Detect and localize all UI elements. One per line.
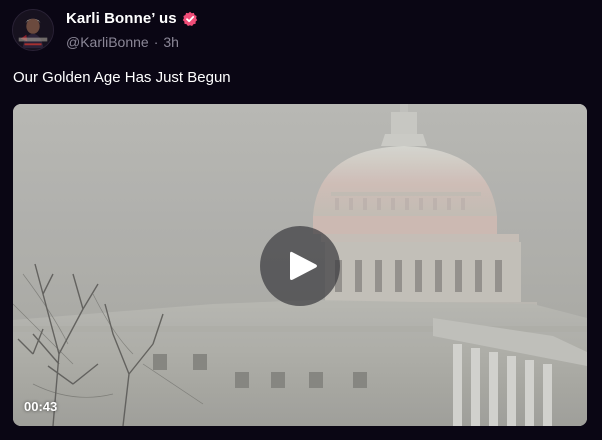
post-text: Our Golden Age Has Just Begun (13, 69, 231, 86)
verified-badge-icon (182, 11, 198, 27)
avatar-image (13, 10, 53, 50)
play-icon (290, 251, 317, 280)
name-row: Karli Bonne’ us (66, 9, 198, 29)
post-card: Karli Bonne’ us @KarliBonne · 3h Our Gol… (0, 0, 602, 440)
author-sub-row: @KarliBonne · 3h (66, 32, 198, 52)
separator-dot: · (153, 33, 159, 50)
author-display-name[interactable]: Karli Bonne’ us (66, 10, 177, 27)
author-meta: Karli Bonne’ us @KarliBonne · 3h (66, 9, 198, 52)
video-duration: 00:43 (24, 399, 58, 414)
author-handle[interactable]: @KarliBonne (66, 34, 149, 50)
play-button[interactable] (260, 226, 340, 306)
avatar[interactable] (12, 9, 54, 51)
post-header: Karli Bonne’ us @KarliBonne · 3h (12, 7, 198, 53)
post-timestamp[interactable]: 3h (163, 34, 179, 50)
video-player[interactable]: 00:43 (13, 104, 587, 426)
